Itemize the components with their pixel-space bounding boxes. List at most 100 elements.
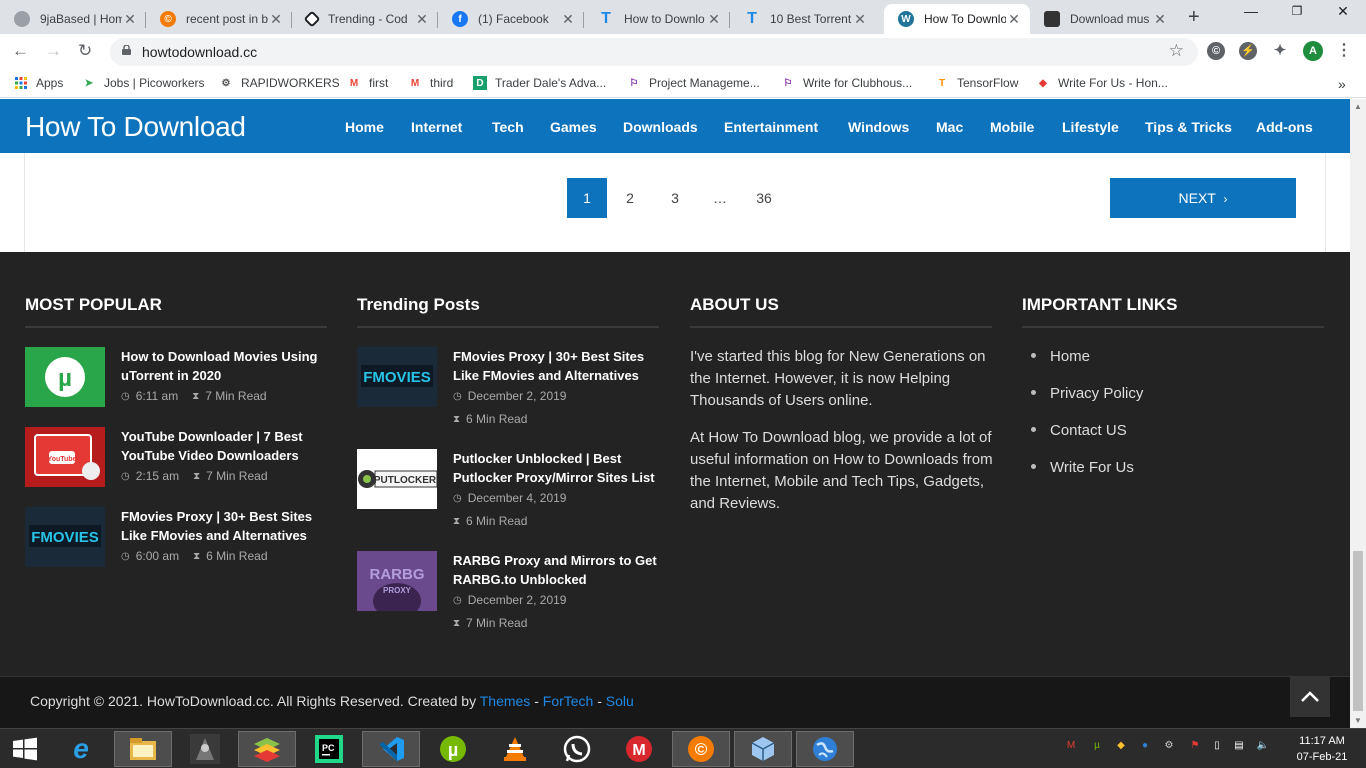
nav-tips-tricks[interactable]: Tips & Tricks bbox=[1145, 119, 1232, 135]
start-button[interactable] bbox=[0, 731, 50, 767]
page-2-button[interactable]: 2 bbox=[615, 178, 645, 218]
bookmark-item[interactable]: ⚙ RAPIDWORKERS bbox=[219, 76, 340, 90]
puzzle-extensions-icon[interactable]: ✦ bbox=[1271, 42, 1289, 60]
post-title[interactable]: RARBG Proxy and Mirrors to Get RARBG.to … bbox=[453, 551, 663, 589]
minimize-icon[interactable]: — bbox=[1228, 0, 1274, 30]
back-to-top-button[interactable] bbox=[1290, 677, 1330, 717]
forward-arrow-icon[interactable]: → bbox=[45, 41, 62, 61]
bookmark-item[interactable]: Apps bbox=[14, 76, 63, 90]
site-logo[interactable]: How To Download bbox=[25, 111, 246, 143]
bookmark-item[interactable]: T TensorFlow bbox=[935, 76, 1018, 90]
nav-add-ons[interactable]: Add-ons bbox=[1256, 119, 1313, 135]
nav-entertainment[interactable]: Entertainment bbox=[724, 119, 818, 135]
fortech-link[interactable]: ForTech bbox=[543, 693, 594, 709]
footer-link-contact-us[interactable]: Contact US bbox=[1022, 422, 1127, 439]
taskbar-app[interactable]: e bbox=[52, 731, 110, 767]
volume-icon[interactable]: 🔈 bbox=[1256, 739, 1270, 753]
close-icon[interactable]: ✕ bbox=[268, 11, 284, 28]
nav-games[interactable]: Games bbox=[550, 119, 597, 135]
back-arrow-icon[interactable]: ← bbox=[12, 41, 29, 61]
browser-tab[interactable]: T How to Downlo ✕ bbox=[584, 4, 730, 34]
bookmark-item[interactable]: D Trader Dale's Adva... bbox=[473, 76, 606, 90]
page-1-button[interactable]: 1 bbox=[567, 178, 607, 218]
close-icon[interactable]: ✕ bbox=[414, 11, 430, 28]
copyright-extension-icon[interactable]: © bbox=[1207, 42, 1225, 60]
taskbar-app[interactable] bbox=[362, 731, 420, 767]
close-icon[interactable]: ✕ bbox=[852, 11, 868, 28]
profile-avatar[interactable]: A bbox=[1303, 41, 1323, 61]
nav-home[interactable]: Home bbox=[345, 119, 384, 135]
browser-tab[interactable]: Trending - Cod ✕ bbox=[292, 4, 438, 34]
browser-tab[interactable]: Download mus ✕ bbox=[1030, 4, 1176, 34]
bluestacks-tray-icon[interactable]: ◆ bbox=[1114, 739, 1128, 753]
taskbar-app[interactable] bbox=[548, 731, 606, 767]
solu-link[interactable]: Solu bbox=[606, 693, 634, 709]
nav-windows[interactable]: Windows bbox=[848, 119, 909, 135]
post-title[interactable]: FMovies Proxy | 30+ Best Sites Like FMov… bbox=[121, 507, 331, 545]
browser-tab[interactable]: T 10 Best Torrent ✕ bbox=[730, 4, 876, 34]
footer-link-write-for-us[interactable]: Write For Us bbox=[1022, 459, 1134, 476]
taskbar-app[interactable] bbox=[796, 731, 854, 767]
bookmarks-overflow-button[interactable]: » bbox=[1338, 76, 1346, 92]
taskbar-app[interactable]: M bbox=[610, 731, 668, 767]
browser-tab[interactable]: 9jaBased | Hom ✕ bbox=[0, 4, 146, 34]
bookmark-item[interactable]: M first bbox=[347, 76, 389, 90]
page-3-button[interactable]: 3 bbox=[660, 178, 690, 218]
close-window-icon[interactable]: ✕ bbox=[1320, 0, 1366, 30]
nav-internet[interactable]: Internet bbox=[411, 119, 462, 135]
address-bar[interactable]: howtodownload.cc ☆ bbox=[110, 38, 1198, 66]
putlocker-thumbnail[interactable]: PUTLOCKER bbox=[357, 449, 437, 509]
page-scrollbar[interactable]: ▲ ▼ bbox=[1350, 99, 1366, 728]
restore-icon[interactable]: ❐ bbox=[1274, 0, 1320, 30]
fmovies-thumbnail[interactable]: FMOVIES bbox=[357, 347, 437, 407]
bookmark-star-icon[interactable]: ☆ bbox=[1169, 41, 1184, 61]
utorrent-tray-icon[interactable]: µ bbox=[1090, 739, 1104, 753]
mega-tray-icon[interactable]: M bbox=[1064, 739, 1078, 753]
taskbar-app[interactable] bbox=[734, 731, 792, 767]
scroll-up-arrow-icon[interactable]: ▲ bbox=[1354, 102, 1362, 111]
phone-tray-icon[interactable]: ▯ bbox=[1210, 739, 1224, 753]
nav-tech[interactable]: Tech bbox=[492, 119, 524, 135]
post-title[interactable]: FMovies Proxy | 30+ Best Sites Like FMov… bbox=[453, 347, 663, 385]
utorrent-thumbnail[interactable]: µ bbox=[25, 347, 105, 407]
bolt-extension-icon[interactable]: ⚡ bbox=[1239, 42, 1257, 60]
bookmark-item[interactable]: ⚐ Write for Clubhous... bbox=[781, 76, 913, 90]
nav-mac[interactable]: Mac bbox=[936, 119, 963, 135]
scroll-down-arrow-icon[interactable]: ▼ bbox=[1354, 716, 1362, 725]
nav-lifestyle[interactable]: Lifestyle bbox=[1062, 119, 1119, 135]
close-icon[interactable]: ✕ bbox=[1152, 11, 1168, 28]
rarbg-thumbnail[interactable]: RARBG PROXY bbox=[357, 551, 437, 611]
post-title[interactable]: How to Download Movies Using uTorrent in… bbox=[121, 347, 331, 385]
flag-tray-icon[interactable]: ⚑ bbox=[1188, 739, 1202, 753]
browser-tab[interactable]: © recent post in b ✕ bbox=[146, 4, 292, 34]
taskbar-app[interactable]: PC bbox=[300, 731, 358, 767]
network-globe-tray-icon[interactable]: ● bbox=[1138, 739, 1152, 753]
themes-link[interactable]: Themes bbox=[480, 693, 531, 709]
menu-kebab-icon[interactable]: ⋮ bbox=[1335, 42, 1353, 60]
taskbar-app[interactable] bbox=[238, 731, 296, 767]
usb-tray-icon[interactable]: ⚙ bbox=[1162, 739, 1176, 753]
close-icon[interactable]: ✕ bbox=[122, 11, 138, 28]
nav-mobile[interactable]: Mobile bbox=[990, 119, 1034, 135]
new-tab-button[interactable]: + bbox=[1188, 6, 1200, 29]
scrollbar-thumb[interactable] bbox=[1353, 551, 1363, 711]
browser-tab[interactable]: f (1) Facebook ✕ bbox=[438, 4, 584, 34]
reload-icon[interactable]: ↻ bbox=[78, 41, 92, 61]
taskbar-app[interactable] bbox=[176, 731, 234, 767]
bookmark-item[interactable]: M third bbox=[408, 76, 454, 90]
network-tray-icon[interactable]: ▤ bbox=[1232, 739, 1246, 753]
next-page-button[interactable]: NEXT › bbox=[1110, 178, 1296, 218]
nav-downloads[interactable]: Downloads bbox=[623, 119, 698, 135]
close-icon[interactable]: ✕ bbox=[560, 11, 576, 28]
post-title[interactable]: YouTube Downloader | 7 Best YouTube Vide… bbox=[121, 427, 331, 465]
footer-link-privacy-policy[interactable]: Privacy Policy bbox=[1022, 385, 1143, 402]
browser-tab-active[interactable]: W How To Downlo ✕ bbox=[884, 4, 1030, 34]
system-clock[interactable]: 11:17 AM 07-Feb-21 bbox=[1282, 733, 1362, 765]
taskbar-app[interactable]: µ bbox=[424, 731, 482, 767]
taskbar-app[interactable]: © bbox=[672, 731, 730, 767]
close-icon[interactable]: ✕ bbox=[706, 11, 722, 28]
bookmark-item[interactable]: ⚐ Project Manageme... bbox=[627, 76, 760, 90]
taskbar-app[interactable] bbox=[114, 731, 172, 767]
footer-link-home[interactable]: Home bbox=[1022, 348, 1090, 365]
post-title[interactable]: Putlocker Unblocked | Best Putlocker Pro… bbox=[453, 449, 669, 487]
